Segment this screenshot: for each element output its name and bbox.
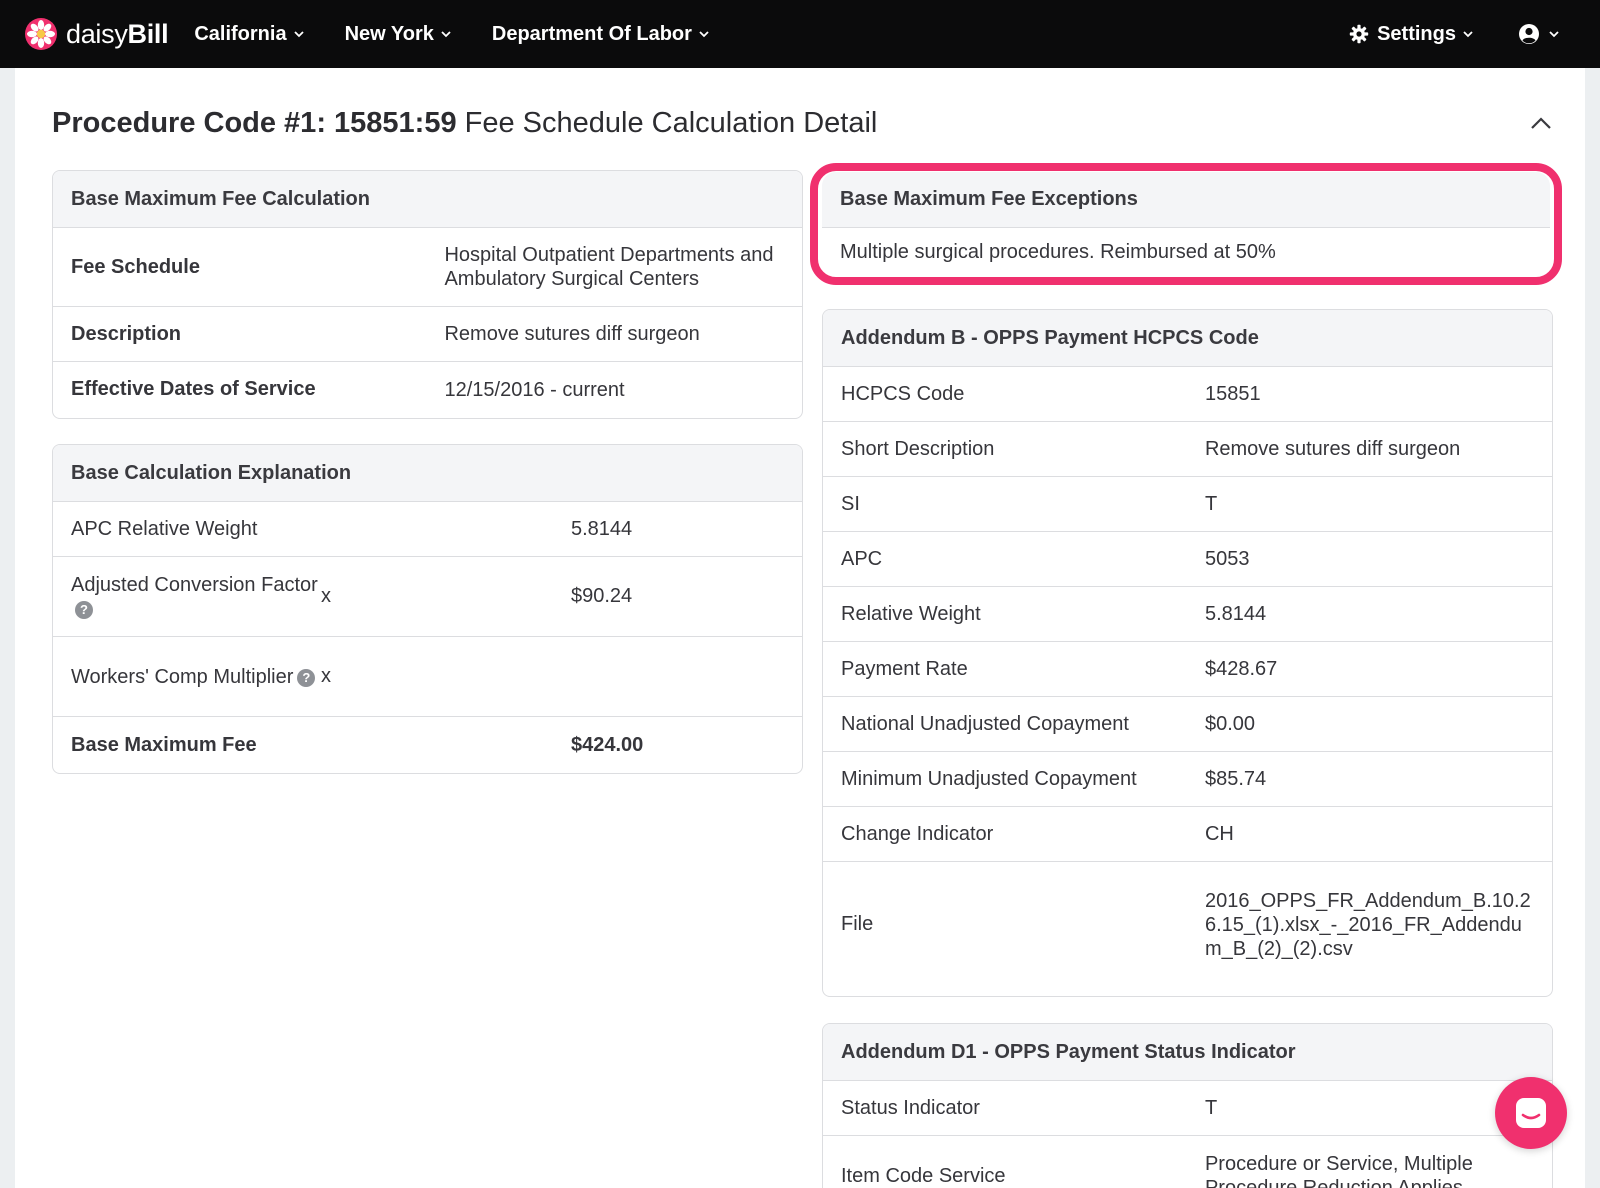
row-value: Hospital Outpatient Departments and Ambu… [444,244,774,290]
row-label: Workers' Comp Multiplier? [71,665,321,689]
row-value: 5.8144 [1204,603,1267,625]
row-label: HCPCS Code [841,382,965,405]
table-row: Description Remove sutures diff surgeon [53,307,802,362]
chevron-down-icon [699,31,709,38]
table-row: Short Description Remove sutures diff sur… [823,422,1552,477]
row-value: $0.00 [1204,713,1256,735]
gear-icon [1349,24,1369,44]
chat-launcher-button[interactable] [1495,1077,1567,1149]
table-row: APC 5053 [823,532,1552,587]
table-row: SI T [823,477,1552,532]
row-label: Description [71,322,182,345]
top-nav: daisyBill California New York Department… [0,0,1600,68]
row-value: 12/15/2016 - current [444,378,625,401]
page-gutter-left [0,68,15,1188]
row-value: Remove sutures diff surgeon [444,323,700,345]
row-value: Remove sutures diff surgeon [1204,438,1461,460]
row-value: 2016_OPPS_FR_Addendum_B.10.26.15_(1).xls… [1204,889,1531,960]
table-row-total: Base Maximum Fee $424.00 [53,717,802,773]
table-row: Item Code Service Procedure or Service, M… [823,1136,1552,1188]
highlight-annotation [810,163,1562,285]
row-label: APC [841,547,883,570]
chevron-down-icon [1549,31,1559,38]
row-label-text: Workers' Comp Multiplier [71,665,294,688]
row-label: Minimum Unadjusted Copayment [841,767,1137,790]
table-row: Status Indicator T [823,1081,1552,1136]
row-operator: x [321,665,331,687]
settings-menu[interactable]: Settings [1349,23,1474,46]
help-icon[interactable]: ? [75,600,93,619]
row-value: 5053 [1204,548,1250,570]
nav-new-york-label: New York [344,22,434,45]
row-value: $85.74 [1204,768,1267,790]
row-label: Item Code Service [841,1164,1006,1187]
row-label: National Unadjusted Copayment [841,712,1129,735]
row-label-text: Adjusted Conversion Factor [71,573,318,596]
chevron-down-icon [293,31,304,38]
row-value: T [1204,1097,1218,1119]
row-label: SI [841,492,860,515]
table-row: Fee Schedule Hospital Outpatient Departm… [53,228,802,307]
table-row: HCPCS Code 15851 [823,367,1552,422]
row-label: Payment Rate [841,657,968,680]
chevron-up-icon[interactable] [1528,114,1554,132]
nav-dol-label: Department Of Labor [491,22,692,45]
nav-california[interactable]: California [194,23,304,46]
table-row: Payment Rate $428.67 [823,642,1552,697]
table-row: APC Relative Weight 5.8144 [53,502,802,557]
row-label: Base Maximum Fee [71,734,257,756]
card-heading: Base Calculation Explanation [53,445,802,502]
base-calc-explanation-card: Base Calculation Explanation APC Relativ… [52,444,803,774]
row-value: CH [1204,823,1234,845]
row-label: APC Relative Weight [71,518,258,540]
row-label: Adjusted Conversion Factor? [71,573,321,621]
nav-california-label: California [194,22,287,45]
card-heading: Addendum B - OPPS Payment HCPCS Code [823,310,1552,367]
page-gutter-right [1585,68,1600,1188]
addendum-b-card: Addendum B - OPPS Payment HCPCS Code HCP… [822,309,1553,997]
addendum-d1-card: Addendum D1 - OPPS Payment Status Indica… [822,1023,1553,1188]
table-row: Workers' Comp Multiplier? x [53,637,802,717]
help-icon[interactable]: ? [297,668,316,687]
table-row: File 2016_OPPS_FR_Addendum_B.10.26.15_(1)… [823,862,1552,987]
chevron-down-icon [441,31,451,38]
nav-department-of-labor[interactable]: Department Of Labor [492,23,710,46]
row-value: $424.00 [571,733,644,756]
table-row: Minimum Unadjusted Copayment $85.74 [823,752,1552,807]
card-heading: Addendum D1 - OPPS Payment Status Indica… [823,1024,1552,1081]
row-label: Effective Dates of Service [71,378,316,400]
row-label: Fee Schedule [71,255,200,278]
logo-text: daisyBill [66,18,169,49]
user-menu[interactable] [1518,23,1560,45]
chevron-down-icon [1463,31,1473,38]
row-value: $90.24 [571,585,633,607]
chat-bubble-icon [1516,1098,1546,1128]
table-row: National Unadjusted Copayment $0.00 [823,697,1552,752]
table-row: Effective Dates of Service 12/15/2016 - … [53,362,802,417]
row-label: Relative Weight [841,602,981,625]
row-label: Status Indicator [841,1096,980,1119]
user-circle-icon [1519,24,1539,44]
page-title: Procedure Code #1: 15851:59 Fee Schedule… [52,107,878,139]
row-label: Change Indicator [841,822,994,845]
table-row: Change Indicator CH [823,807,1552,862]
base-max-fee-card: Base Maximum Fee Calculation Fee Schedul… [52,170,803,419]
table-row: Relative Weight 5.8144 [823,587,1552,642]
row-value: Procedure or Service, Multiple Procedure… [1204,1153,1473,1188]
row-value: 5.8144 [571,517,633,540]
nav-new-york[interactable]: New York [345,23,452,46]
row-label: File [841,913,874,935]
row-value: 15851 [1204,383,1261,405]
daisy-flower-icon [25,18,57,50]
card-heading: Base Maximum Fee Calculation [53,171,802,228]
row-value: T [1204,493,1218,515]
settings-label: Settings [1377,22,1456,45]
row-value: $428.67 [1204,658,1278,680]
table-row: Adjusted Conversion Factor? x $90.24 [53,557,802,637]
row-operator: x [321,585,331,607]
logo[interactable]: daisyBill [24,17,169,51]
row-label: Short Description [841,437,995,460]
